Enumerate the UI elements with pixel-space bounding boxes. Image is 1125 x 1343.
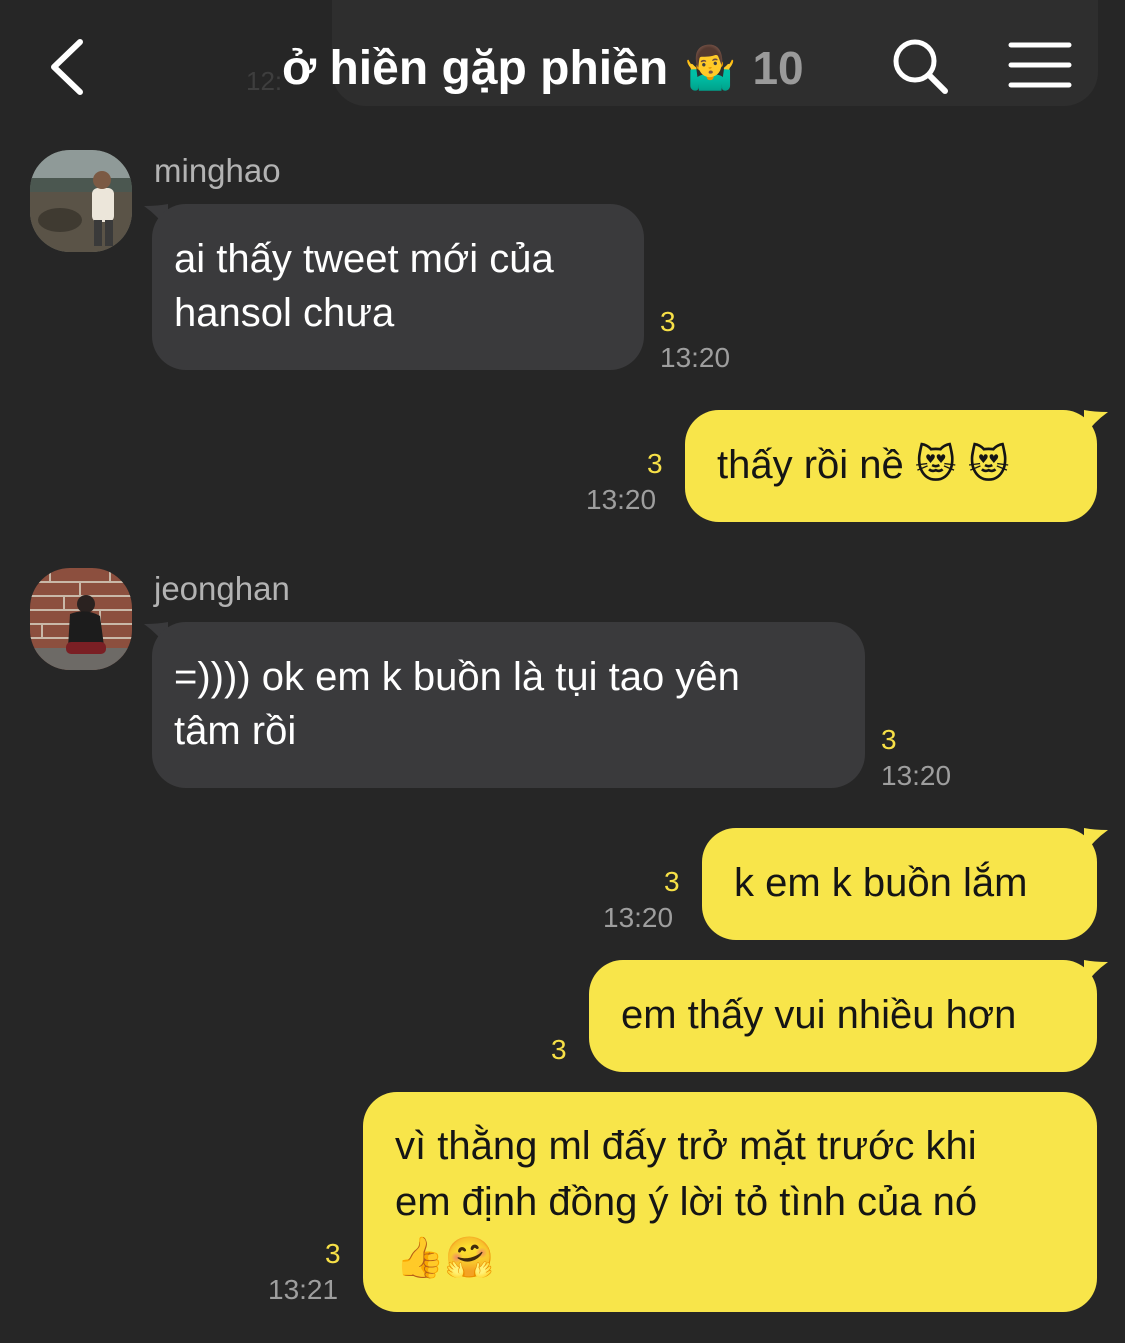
back-button[interactable] xyxy=(44,38,92,96)
message-time: 13:20 xyxy=(603,902,674,933)
message-bubble-outgoing[interactable]: thấy rồi nề 😻 😻 xyxy=(685,410,1097,522)
search-icon xyxy=(893,39,948,94)
message-bubble-outgoing[interactable]: k em k buồn lắm xyxy=(702,828,1097,940)
message-bubble-outgoing[interactable]: vì thằng ml đấy trở mặt trước khi em địn… xyxy=(363,1092,1097,1312)
unread-count: 3 xyxy=(647,448,663,479)
message-bubble-incoming[interactable]: =)))) ok em k buồn là tụi tao yên tâm rồ… xyxy=(152,622,865,788)
sender-name: jeonghan xyxy=(154,570,290,607)
unread-count: 3 xyxy=(325,1238,341,1269)
avatar-jeonghan[interactable] xyxy=(30,568,132,670)
chat-header: ở hiền gặp phiền 🤷‍♂️ 10 xyxy=(0,0,1125,140)
shrug-emoji: 🤷‍♂️ xyxy=(684,43,737,92)
chat-title-group[interactable]: ở hiền gặp phiền 🤷‍♂️ 10 xyxy=(282,38,804,98)
message-time: 13:20 xyxy=(586,484,657,515)
message-time: 13:21 xyxy=(268,1274,339,1305)
unread-count: 3 xyxy=(881,724,897,755)
hamburger-menu-icon xyxy=(1008,42,1072,88)
bubble-tail xyxy=(1084,410,1108,436)
bubble-tail xyxy=(1084,960,1108,986)
chat-title: ở hiền gặp phiền xyxy=(282,41,669,95)
member-count: 10 xyxy=(752,42,804,94)
bubble-tail xyxy=(1084,828,1108,854)
message-bubble-incoming[interactable]: ai thấy tweet mới của hansol chưa xyxy=(152,204,644,370)
sender-name: minghao xyxy=(154,152,281,189)
menu-button[interactable] xyxy=(1008,40,1072,90)
unread-count: 3 xyxy=(664,866,680,897)
message-time: 13:20 xyxy=(660,342,731,373)
unread-count: 3 xyxy=(551,1034,567,1065)
search-button[interactable] xyxy=(890,36,950,96)
message-bubble-outgoing[interactable]: em thấy vui nhiều hơn xyxy=(589,960,1097,1072)
unread-count: 3 xyxy=(660,306,676,337)
chevron-left-icon xyxy=(51,39,83,95)
message-time: 13:20 xyxy=(881,760,952,791)
avatar-minghao[interactable] xyxy=(30,150,132,252)
